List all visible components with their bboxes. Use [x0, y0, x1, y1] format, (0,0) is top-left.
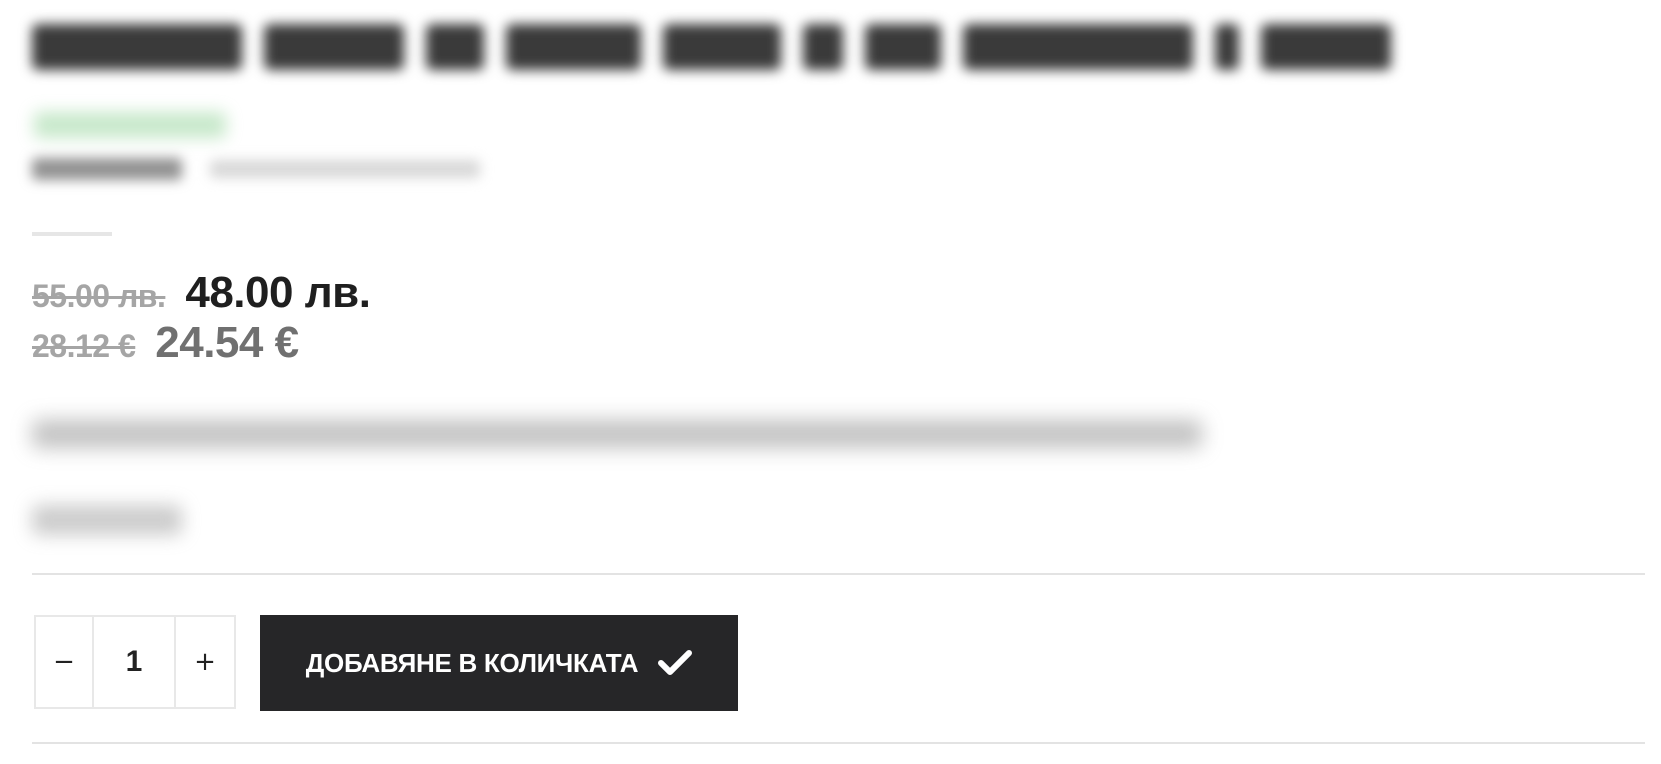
- short-description-blurred: [32, 420, 1202, 448]
- product-summary: 55.00 лв. 48.00 лв. 28.12 € 24.54 € − + …: [32, 0, 1652, 764]
- meta-label-blurred: [32, 158, 182, 180]
- checkmark-icon: [658, 648, 693, 678]
- product-title-blurred: [32, 24, 1391, 70]
- cart-bottom-divider: [32, 742, 1645, 744]
- product-meta-blurred: [32, 158, 480, 180]
- title-divider: [32, 232, 112, 236]
- price-bgn: 55.00 лв. 48.00 лв.: [32, 268, 371, 318]
- meta-value-blurred: [210, 160, 480, 178]
- price-eur: 28.12 € 24.54 €: [32, 318, 299, 368]
- add-to-cart-label: ДОБАВЯНЕ В КОЛИЧКАТА: [305, 647, 639, 678]
- quantity-stepper: − +: [34, 615, 236, 709]
- stock-status-blurred: [34, 112, 226, 138]
- quantity-increase-button[interactable]: +: [176, 617, 234, 707]
- add-to-cart-button[interactable]: ДОБАВЯНЕ В КОЛИЧКАТА: [260, 615, 738, 711]
- sale-price-eur: 24.54 €: [155, 318, 299, 367]
- extra-info-blurred: [32, 505, 182, 535]
- quantity-input[interactable]: [92, 617, 176, 707]
- sale-price-bgn: 48.00 лв.: [185, 268, 371, 317]
- quantity-decrease-button[interactable]: −: [36, 617, 92, 707]
- old-price-eur: 28.12 €: [32, 328, 136, 364]
- old-price-bgn: 55.00 лв.: [32, 278, 166, 314]
- cart-top-divider: [32, 573, 1645, 575]
